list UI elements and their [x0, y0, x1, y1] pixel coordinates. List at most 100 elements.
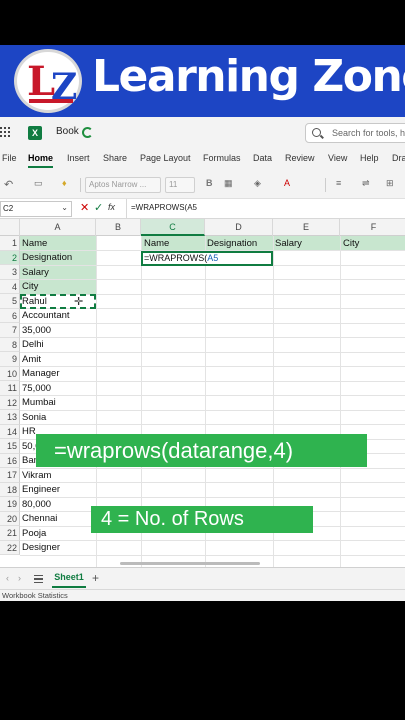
- cell-a22[interactable]: Designer: [20, 541, 60, 555]
- row-header-7[interactable]: 7: [0, 323, 20, 338]
- font-color-icon[interactable]: A: [284, 178, 290, 188]
- paste-icon[interactable]: ▭: [34, 178, 43, 189]
- column-header-d[interactable]: D: [205, 219, 273, 236]
- enter-icon[interactable]: ✓: [94, 201, 103, 214]
- row-header-15[interactable]: 15: [0, 439, 20, 454]
- search-box[interactable]: Search for tools, he: [305, 123, 405, 143]
- font-name-select[interactable]: Aptos Narrow ...: [85, 177, 161, 193]
- row-header-19[interactable]: 19: [0, 497, 20, 512]
- app-launcher-icon[interactable]: [0, 127, 10, 139]
- cell-a19[interactable]: 80,000: [20, 498, 51, 512]
- column-header-c[interactable]: C: [141, 219, 205, 236]
- row-header-3[interactable]: 3: [0, 265, 20, 280]
- column-header-e[interactable]: E: [273, 219, 340, 236]
- row-gridline: [20, 337, 405, 338]
- row-header-20[interactable]: 20: [0, 511, 20, 526]
- cell-a2[interactable]: Designation: [20, 251, 72, 265]
- cell-e1[interactable]: Salary: [273, 237, 302, 251]
- cell-a20[interactable]: Chennai: [20, 512, 57, 526]
- cell-d1[interactable]: Designation: [205, 237, 257, 251]
- row-header-1[interactable]: 1: [0, 236, 20, 251]
- cell-a7[interactable]: 35,000: [20, 324, 51, 338]
- tab-view[interactable]: View: [328, 153, 347, 163]
- row-header-12[interactable]: 12: [0, 395, 20, 410]
- wrap-text-icon[interactable]: ⇌: [362, 178, 370, 189]
- row-gridline: [20, 279, 405, 280]
- row-header-4[interactable]: 4: [0, 279, 20, 294]
- row-header-2[interactable]: 2: [0, 250, 20, 265]
- tab-draw[interactable]: Dra: [392, 153, 405, 163]
- row-header-9[interactable]: 9: [0, 352, 20, 367]
- row-header-11[interactable]: 11: [0, 381, 20, 396]
- tab-share[interactable]: Share: [103, 153, 127, 163]
- cell-a10[interactable]: Manager: [20, 367, 60, 381]
- bold-button[interactable]: B: [206, 178, 213, 188]
- undo-icon[interactable]: ↶: [4, 178, 13, 191]
- column-gridline: [340, 236, 341, 567]
- cell-f1[interactable]: City: [341, 237, 359, 251]
- logo-letter-l: L: [27, 58, 55, 105]
- cell-a4[interactable]: City: [20, 280, 38, 294]
- row-header-5[interactable]: 5: [0, 294, 20, 309]
- cell-a14[interactable]: HR: [20, 425, 36, 439]
- row-header-16[interactable]: 16: [0, 453, 20, 468]
- format-painter-icon[interactable]: ♦: [62, 178, 67, 188]
- tab-review[interactable]: Review: [285, 153, 315, 163]
- tab-file[interactable]: File: [2, 153, 17, 163]
- cell-a3[interactable]: Salary: [20, 266, 49, 280]
- name-box[interactable]: C2 ⌄: [0, 201, 72, 217]
- cell-a1[interactable]: Name: [20, 237, 47, 251]
- cell-a13[interactable]: Sonia: [20, 411, 46, 425]
- row-gridline: [20, 409, 405, 411]
- sheet-scroll-right-icon[interactable]: ›: [18, 573, 21, 583]
- column-header-b[interactable]: B: [96, 219, 141, 236]
- cell-a8[interactable]: Delhi: [20, 338, 44, 352]
- cell-a9[interactable]: Amit: [20, 353, 41, 367]
- row-header-10[interactable]: 10: [0, 366, 20, 381]
- select-all-corner[interactable]: [0, 219, 20, 236]
- borders-icon[interactable]: ▦: [224, 178, 233, 189]
- active-cell-c2[interactable]: =WRAPROWS(A5: [141, 251, 273, 266]
- sheet-scroll-left-icon[interactable]: ‹: [6, 573, 9, 583]
- cell-c1[interactable]: Name: [142, 237, 169, 251]
- cell-a21[interactable]: Pooja: [20, 527, 46, 541]
- tab-help[interactable]: Help: [360, 153, 379, 163]
- add-sheet-button[interactable]: +: [92, 571, 99, 585]
- cancel-icon[interactable]: ✕: [80, 201, 89, 214]
- row-header-13[interactable]: 13: [0, 410, 20, 425]
- tab-data[interactable]: Data: [253, 153, 272, 163]
- cell-a6[interactable]: Accountant: [20, 309, 70, 323]
- cell-a11[interactable]: 75,000: [20, 382, 51, 396]
- row-header-14[interactable]: 14: [0, 424, 20, 439]
- merge-icon[interactable]: ⊞: [386, 178, 394, 189]
- column-header-a[interactable]: A: [20, 219, 96, 236]
- tab-insert[interactable]: Insert: [67, 153, 90, 163]
- cell-a17[interactable]: Vikram: [20, 469, 51, 483]
- learning-zone-logo: L Z: [14, 49, 82, 113]
- column-header-f[interactable]: F: [340, 219, 405, 236]
- row-header-8[interactable]: 8: [0, 337, 20, 352]
- sheet-tab-sheet1[interactable]: Sheet1: [52, 568, 86, 588]
- row-header-22[interactable]: 22: [0, 540, 20, 555]
- row-gridline: [20, 467, 405, 469]
- cell-a18[interactable]: Engineer: [20, 483, 60, 497]
- cell-a12[interactable]: Mumbai: [20, 396, 56, 410]
- row-header-17[interactable]: 17: [0, 468, 20, 483]
- horizontal-scrollbar[interactable]: [120, 562, 260, 565]
- align-icon[interactable]: ≡: [336, 178, 341, 188]
- tab-home[interactable]: Home: [28, 153, 54, 168]
- font-size-select[interactable]: 11: [165, 177, 195, 193]
- tab-formulas[interactable]: Formulas: [203, 153, 241, 163]
- file-name[interactable]: Book: [56, 126, 79, 137]
- tab-page-layout[interactable]: Page Layout: [140, 153, 191, 163]
- fill-color-icon[interactable]: ◈: [254, 178, 261, 189]
- status-bar[interactable]: Workbook Statistics: [0, 589, 405, 601]
- all-sheets-menu-icon[interactable]: [34, 575, 43, 583]
- autosave-sync-icon[interactable]: [82, 127, 93, 138]
- row-header-6[interactable]: 6: [0, 308, 20, 323]
- row-header-21[interactable]: 21: [0, 526, 20, 541]
- chevron-down-icon[interactable]: ⌄: [61, 203, 68, 212]
- formula-input[interactable]: =WRAPROWS(A5: [126, 199, 405, 218]
- insert-function-icon[interactable]: fx: [108, 202, 115, 212]
- row-header-18[interactable]: 18: [0, 482, 20, 497]
